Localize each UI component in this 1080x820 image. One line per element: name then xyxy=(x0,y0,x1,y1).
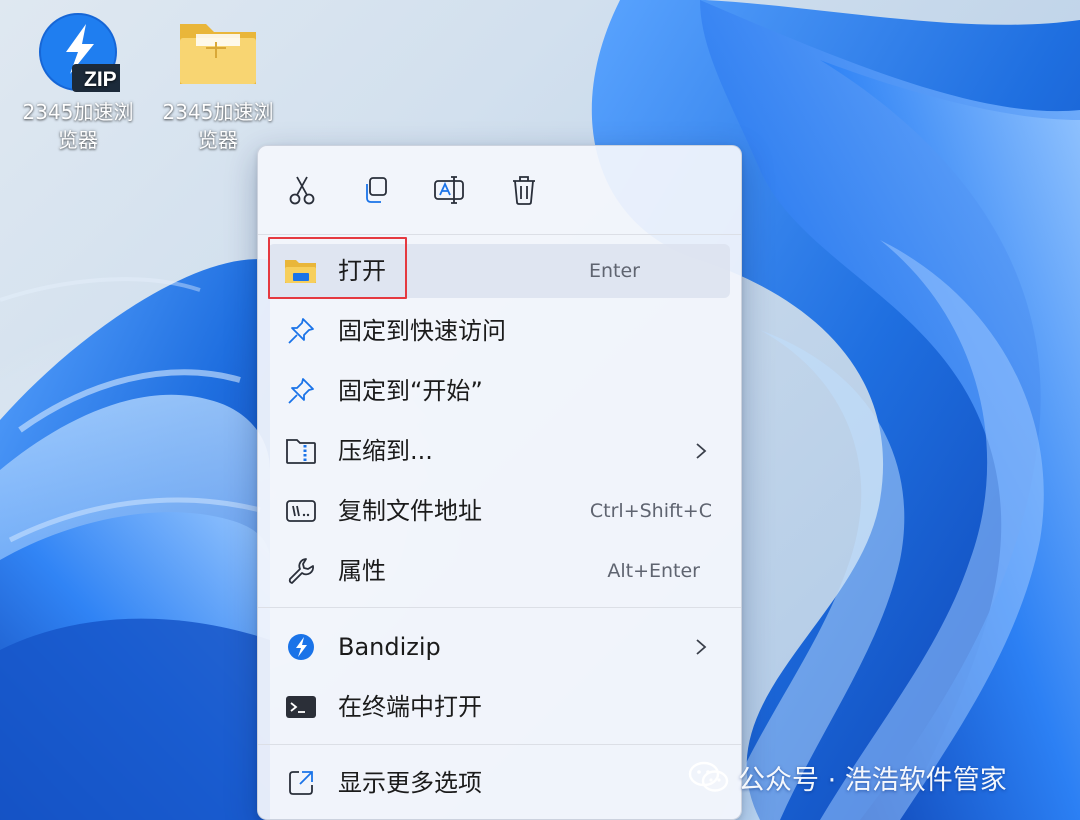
wechat-icon xyxy=(688,761,729,792)
watermark: 公众号 · 浩浩软件管家 xyxy=(688,754,1007,800)
pin-icon xyxy=(288,318,314,344)
copy-icon xyxy=(366,177,387,203)
svg-text:ZIP: ZIP xyxy=(84,68,117,91)
copy-path-icon xyxy=(286,500,316,522)
trash-icon xyxy=(513,176,535,205)
desktop-icon-label-line1: 2345加速浏 xyxy=(162,100,274,124)
cut-button[interactable] xyxy=(284,172,320,208)
desktop-icon-label-line1: 2345加速浏 xyxy=(22,100,134,124)
rename-icon xyxy=(434,176,464,204)
menu-separator xyxy=(258,607,741,608)
menu-item-label: 压缩到... xyxy=(338,437,433,465)
desktop-icon-folder[interactable]: 2345加速浏 览器 xyxy=(156,12,280,154)
menu-item-open-in-terminal[interactable]: 在终端中打开 xyxy=(268,680,730,734)
menu-item-label: 在终端中打开 xyxy=(338,693,482,721)
copy-button[interactable] xyxy=(358,172,394,208)
highlight-annotation xyxy=(268,237,407,299)
context-menu-toolbar xyxy=(258,146,741,234)
menu-item-label: 显示更多选项 xyxy=(338,769,482,797)
chevron-right-icon xyxy=(696,443,707,459)
desktop: ZIP 2345加速浏 览器 2345加速浏 览器 打开 Enter 固定到快速… xyxy=(0,0,1080,820)
menu-item-properties[interactable]: 属性 Alt+Enter xyxy=(268,544,730,598)
zip-archive-icon: ZIP xyxy=(39,13,120,92)
wrench-icon xyxy=(288,558,314,584)
menu-item-compress-to[interactable]: 压缩到... xyxy=(268,424,730,478)
menu-item-copy-path[interactable]: 复制文件地址 Ctrl+Shift+C xyxy=(268,484,730,538)
pin-icon xyxy=(288,378,314,404)
desktop-icon-label-line2: 览器 xyxy=(58,128,98,152)
menu-item-pin-quick-access[interactable]: 固定到快速访问 xyxy=(268,304,730,358)
terminal-icon xyxy=(286,696,316,718)
desktop-icon-zip[interactable]: ZIP 2345加速浏 览器 xyxy=(16,12,140,154)
bandizip-icon xyxy=(288,634,314,660)
more-options-icon xyxy=(289,771,313,795)
menu-item-label: 复制文件地址 xyxy=(338,497,482,525)
delete-button[interactable] xyxy=(506,172,542,208)
menu-item-label: Bandizip xyxy=(338,633,441,661)
menu-item-label: 属性 xyxy=(338,557,386,585)
menu-item-shortcut: Alt+Enter xyxy=(607,560,700,582)
menu-separator xyxy=(258,744,741,745)
menu-item-pin-start[interactable]: 固定到“开始” xyxy=(268,364,730,418)
compress-folder-icon xyxy=(286,439,316,464)
menu-separator xyxy=(258,234,741,235)
menu-item-label: 固定到快速访问 xyxy=(338,317,506,345)
menu-item-label: 固定到“开始” xyxy=(338,377,483,405)
menu-item-bandizip[interactable]: Bandizip xyxy=(268,620,730,674)
menu-item-shortcut: Ctrl+Shift+C xyxy=(589,500,712,522)
watermark-text: 公众号 · 浩浩软件管家 xyxy=(738,764,1007,796)
scissors-icon xyxy=(289,176,315,205)
menu-item-show-more-options[interactable]: 显示更多选项 xyxy=(268,756,730,810)
rename-button[interactable] xyxy=(432,172,468,208)
folder-icon xyxy=(180,24,256,84)
chevron-right-icon xyxy=(696,639,707,655)
menu-item-shortcut: Enter xyxy=(589,260,640,282)
